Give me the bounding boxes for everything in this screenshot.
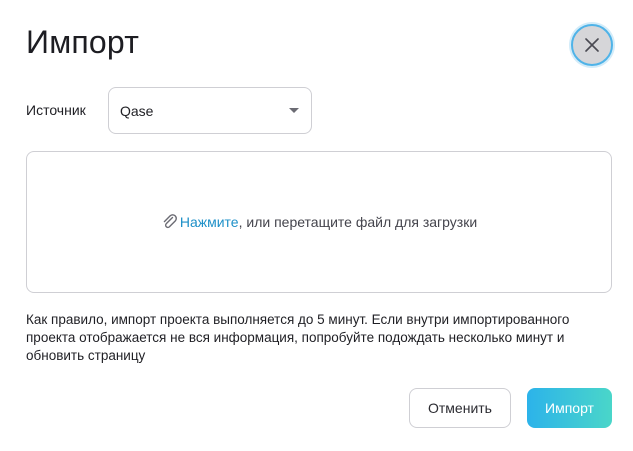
close-button[interactable] xyxy=(571,24,613,66)
paperclip-icon xyxy=(163,214,177,229)
import-dialog: Импорт Источник Qase Нажмите, или перета… xyxy=(0,0,633,451)
source-select-value: Qase xyxy=(120,102,154,119)
dropzone-content: Нажмите, или перетащите файл для загрузк… xyxy=(161,213,477,231)
cancel-button[interactable]: Отменить xyxy=(409,388,511,428)
caret-down-icon xyxy=(289,108,299,113)
dropzone-click-link[interactable]: Нажмите xyxy=(180,214,239,230)
source-label: Источник xyxy=(26,102,86,118)
file-dropzone[interactable]: Нажмите, или перетащите файл для загрузк… xyxy=(26,151,612,293)
source-select[interactable]: Qase xyxy=(108,87,312,134)
import-button[interactable]: Импорт xyxy=(527,388,612,428)
dropzone-hint: , или перетащите файл для загрузки xyxy=(238,214,478,230)
close-icon xyxy=(585,38,599,52)
import-info-text: Как правило, импорт проекта выполняется … xyxy=(26,312,570,363)
dialog-title: Импорт xyxy=(26,24,140,60)
